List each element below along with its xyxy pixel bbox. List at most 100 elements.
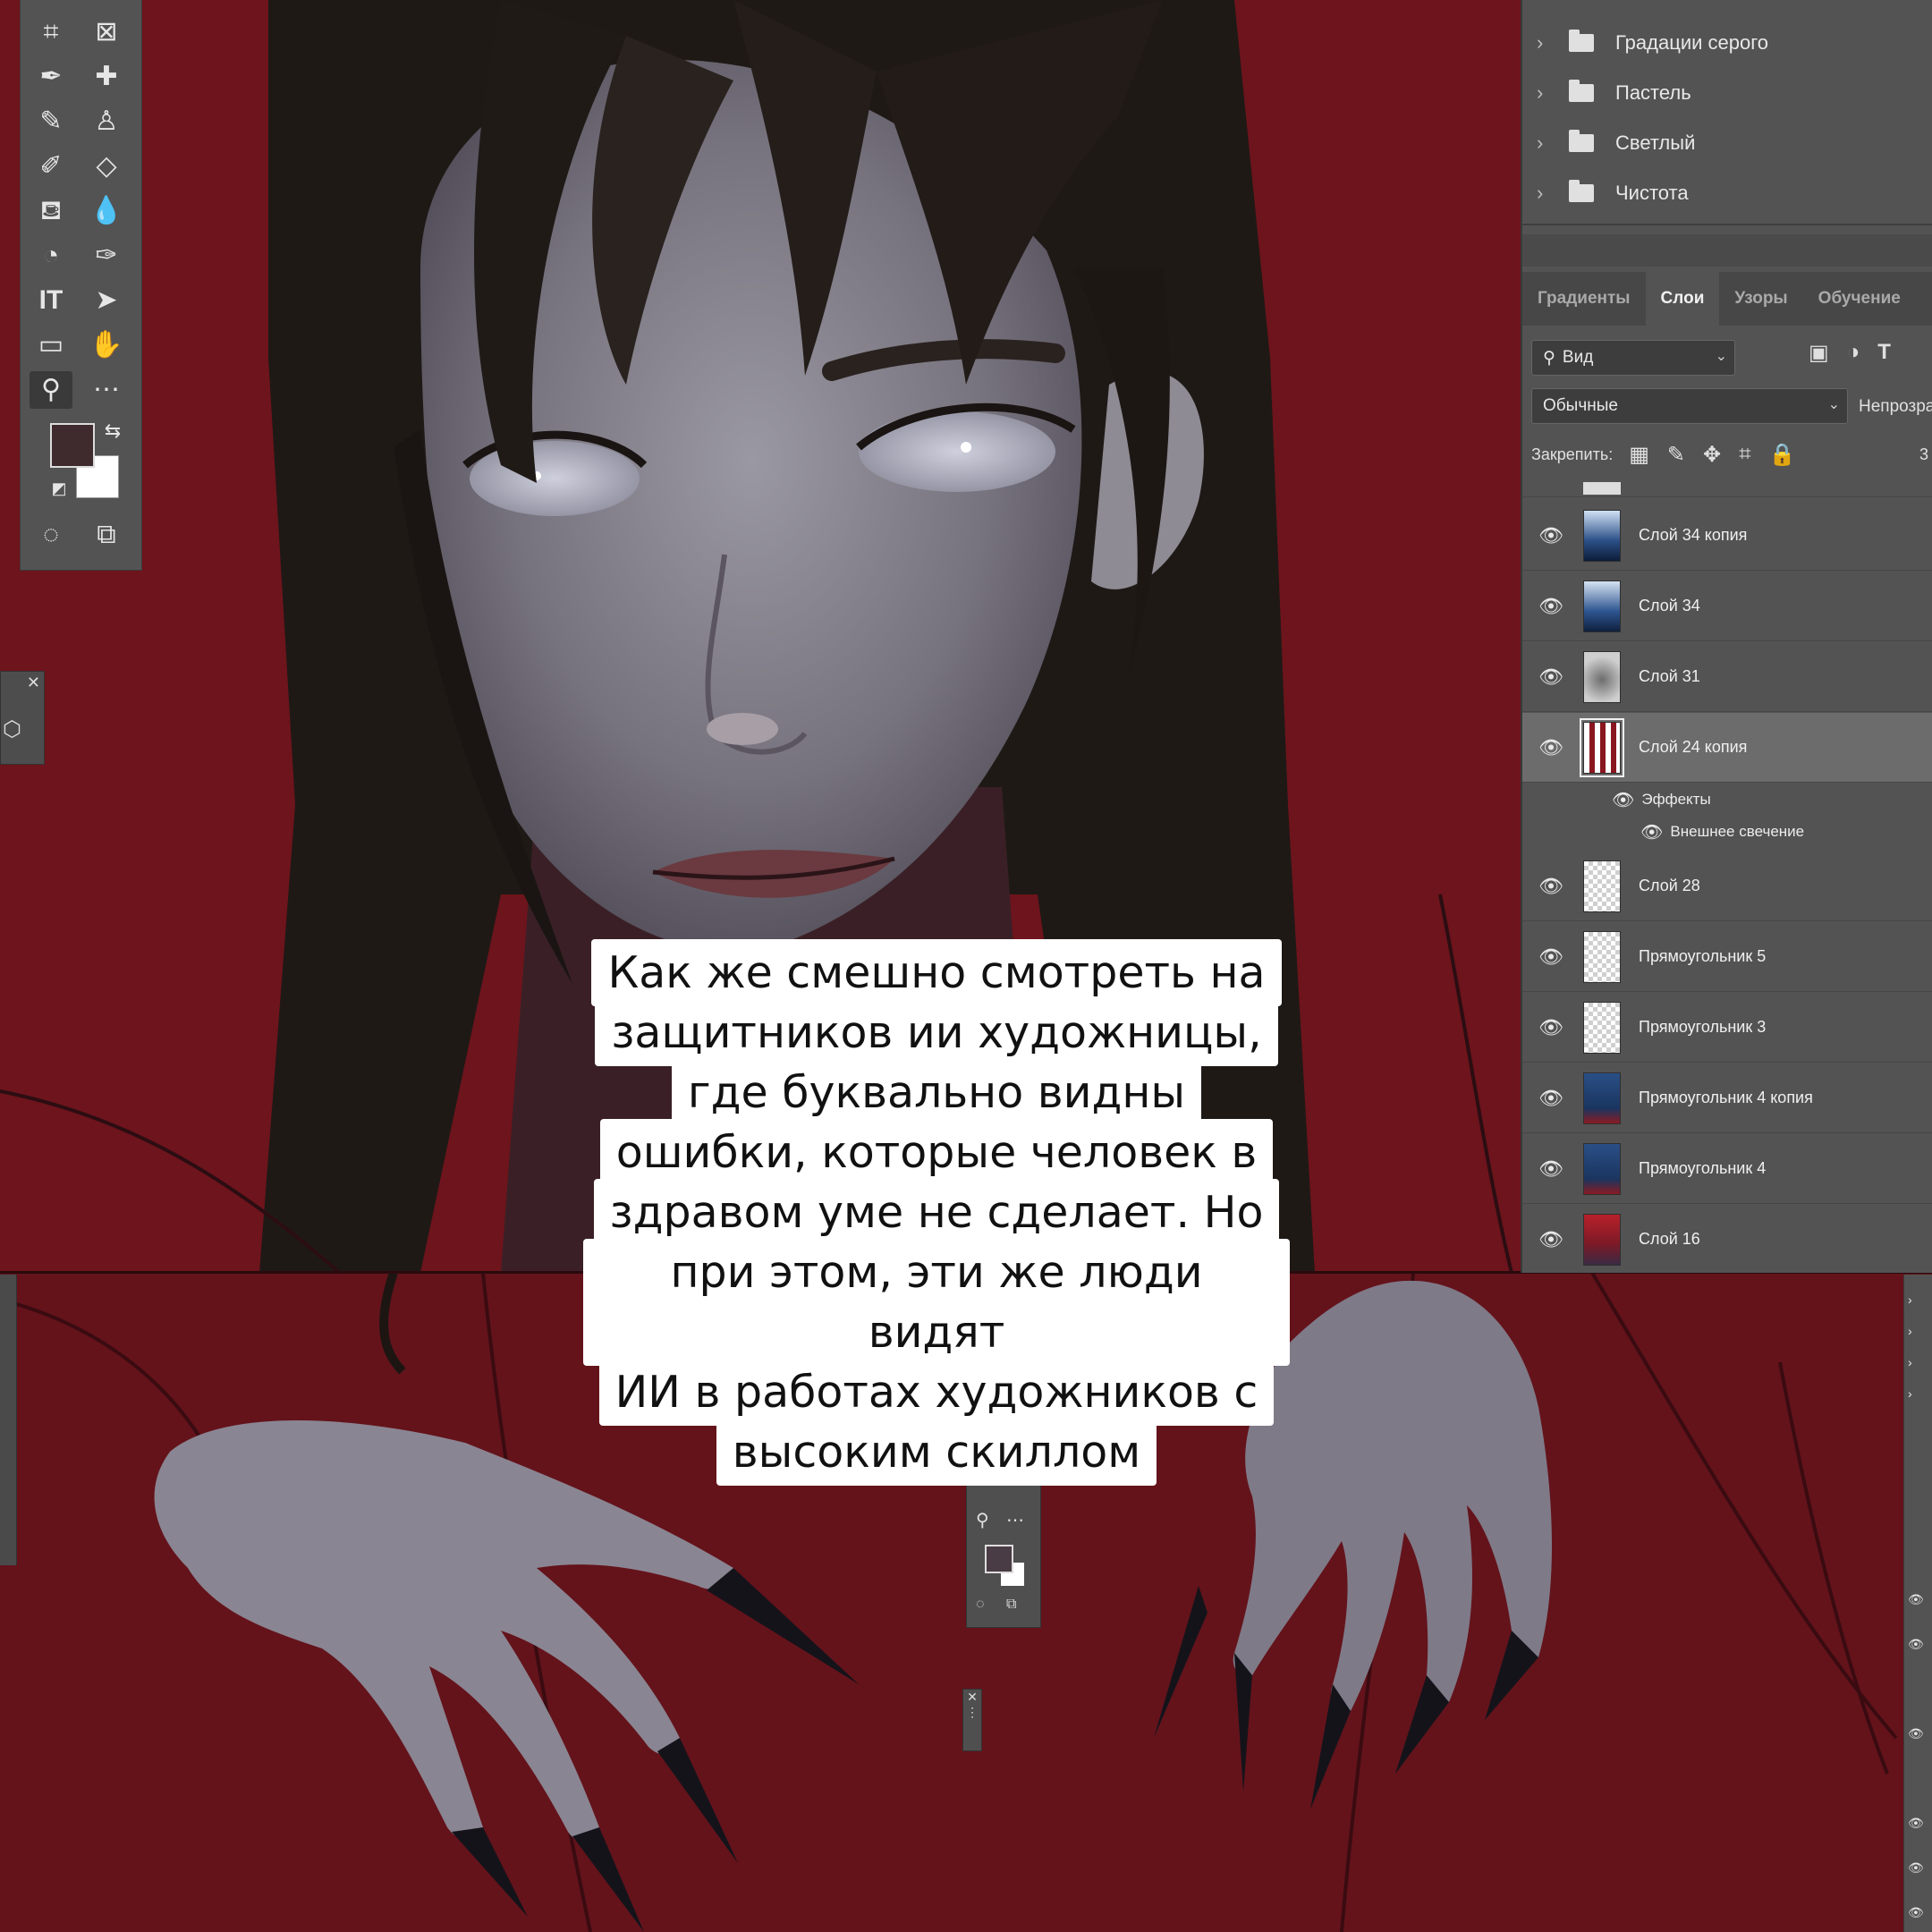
visibility-eye-icon[interactable]: 👁 xyxy=(1538,524,1563,547)
visibility-eye-icon[interactable]: 👁 xyxy=(1538,665,1563,689)
lock-artboard-icon[interactable]: ⌗ xyxy=(1739,442,1751,468)
quick-mask-icon[interactable]: ◌ xyxy=(30,516,72,554)
pen-icon[interactable]: ✑ xyxy=(85,237,128,275)
swatch-group-row[interactable]: › Чистота xyxy=(1522,168,1932,218)
layer-row[interactable]: 👁 Прямоугольник 5 xyxy=(1522,922,1932,992)
quick-mask-icon[interactable]: ◌ xyxy=(976,1597,985,1613)
visibility-eye-icon[interactable]: 👁 xyxy=(1908,1860,1924,1876)
lock-paint-icon[interactable]: ✎ xyxy=(1667,442,1685,468)
swatch-group-row[interactable]: › Светлый xyxy=(1522,118,1932,168)
visibility-eye-icon[interactable]: 👁 xyxy=(1538,1228,1563,1251)
layer-row[interactable]: 👁 Прямоугольник 3 xyxy=(1522,993,1932,1063)
default-colors-icon[interactable]: ◩ xyxy=(46,475,72,502)
tab-patterns[interactable]: Узоры xyxy=(1719,272,1802,326)
layer-row-partial[interactable] xyxy=(1522,479,1932,497)
visibility-eye-icon[interactable]: 👁 xyxy=(1538,736,1563,759)
hand-icon[interactable]: ✋ xyxy=(85,326,128,364)
close-icon[interactable]: ✕ xyxy=(967,1690,978,1704)
visibility-eye-icon[interactable]: 👁 xyxy=(1538,595,1563,618)
layer-row[interactable]: 👁 Слой 28 xyxy=(1522,852,1932,921)
image-filter-icon[interactable]: ▣ xyxy=(1809,340,1829,366)
type-icon[interactable]: IT xyxy=(30,282,72,319)
brush-icon[interactable]: ✎ xyxy=(30,103,72,140)
foreground-color-swatch[interactable] xyxy=(50,423,95,468)
3d-icon[interactable]: ⬡ xyxy=(3,716,21,742)
path-select-icon[interactable]: ➤ xyxy=(85,282,128,319)
layer-name: Прямоугольник 3 xyxy=(1639,1018,1767,1036)
outer-glow-effect-row[interactable]: 👁 Внешнее свечение xyxy=(1522,816,1932,848)
tab-layers[interactable]: Слои xyxy=(1645,272,1720,326)
visibility-eye-icon[interactable]: 👁 xyxy=(1908,1816,1924,1831)
paint-bucket-icon[interactable]: ⛾ xyxy=(30,192,72,230)
lock-all-icon[interactable]: 🔒 xyxy=(1769,442,1796,468)
swatch-group-row[interactable]: › Пастель xyxy=(1522,68,1932,118)
foreground-color-swatch[interactable] xyxy=(985,1545,1013,1573)
layer-row[interactable]: 👁 Слой 34 xyxy=(1522,572,1932,641)
blur-drop-icon[interactable]: 💧 xyxy=(85,192,128,230)
visibility-eye-icon[interactable]: 👁 xyxy=(1908,1592,1924,1607)
layer-row[interactable]: 👁 Слой 31 xyxy=(1522,642,1932,712)
layer-row[interactable]: 👁 Прямоугольник 4 xyxy=(1522,1134,1932,1204)
type-filter-icon[interactable]: T xyxy=(1877,340,1891,366)
layer-row[interactable]: 👁 Слой 34 копия xyxy=(1522,501,1932,571)
screen-mode-icon[interactable]: ⧉ xyxy=(85,516,128,554)
visibility-eye-icon[interactable]: 👁 xyxy=(1538,875,1563,898)
swatch-groups-list: › Градации серого › Пастель › Светлый › … xyxy=(1522,0,1932,225)
layer-thumbnail xyxy=(1583,509,1621,562)
stamp-icon[interactable]: ♙ xyxy=(85,103,128,140)
adjustment-filter-icon[interactable]: ◑ xyxy=(1847,340,1860,366)
chevron-right-icon[interactable]: › xyxy=(1537,81,1560,105)
crop-icon[interactable]: ⌗ xyxy=(30,13,72,51)
chevron-right-icon[interactable]: › xyxy=(1908,1386,1912,1401)
visibility-eye-icon[interactable]: 👁 xyxy=(1538,1157,1563,1181)
more-icon[interactable]: ⋯ xyxy=(85,371,128,409)
chevron-right-icon[interactable]: › xyxy=(1537,182,1560,205)
panel-grip[interactable] xyxy=(1522,234,1932,267)
frame-icon[interactable]: ⊠ xyxy=(85,13,128,51)
chevron-right-icon[interactable]: › xyxy=(1908,1292,1912,1307)
swap-colors-icon[interactable]: ⇆ xyxy=(99,418,126,445)
layer-thumbnail xyxy=(1583,860,1621,912)
zoom-icon[interactable]: ⚲ xyxy=(30,371,72,409)
dodge-icon[interactable]: ◔ xyxy=(30,237,72,275)
zoom-icon[interactable]: ⚲ xyxy=(976,1509,989,1531)
eraser-icon[interactable]: ◇ xyxy=(85,148,128,185)
drag-handle-icon[interactable]: ⋮ xyxy=(966,1705,979,1719)
visibility-eye-icon[interactable]: 👁 xyxy=(1908,1726,1924,1741)
screen-mode-icon[interactable]: ⧉ xyxy=(1006,1597,1016,1613)
history-brush-icon[interactable]: ✐ xyxy=(30,148,72,185)
chevron-right-icon[interactable]: › xyxy=(1908,1355,1912,1369)
lock-transparency-icon[interactable]: ▦ xyxy=(1629,442,1649,468)
layer-name: Слой 28 xyxy=(1639,877,1700,894)
layer-filter-select[interactable]: ⚲ Вид ⌄ xyxy=(1531,340,1735,376)
visibility-eye-icon[interactable]: 👁 xyxy=(1538,1016,1563,1039)
layer-row[interactable]: 👁 Слой 16 xyxy=(1522,1205,1932,1273)
visibility-eye-icon[interactable]: 👁 xyxy=(1538,945,1563,969)
swatch-group-row[interactable]: › Градации серого xyxy=(1522,18,1932,68)
visibility-eye-icon[interactable]: 👁 xyxy=(1538,1087,1563,1110)
lock-position-icon[interactable]: ✥ xyxy=(1703,442,1721,468)
layer-effects-row[interactable]: 👁 Эффекты xyxy=(1522,784,1932,816)
chevron-right-icon[interactable]: › xyxy=(1537,31,1560,55)
tab-gradients[interactable]: Градиенты xyxy=(1522,272,1646,326)
tab-learn[interactable]: Обучение xyxy=(1803,272,1916,326)
layer-row[interactable]: 👁 Прямоугольник 4 копия xyxy=(1522,1063,1932,1133)
blend-mode-select[interactable]: Обычные ⌄ xyxy=(1531,388,1848,424)
caption-line: ошибки, которые человек в xyxy=(599,1119,1274,1186)
layer-thumbnail xyxy=(1583,1213,1621,1266)
layer-row-selected[interactable]: 👁 Слой 24 копия xyxy=(1522,713,1932,783)
search-icon: ⚲ xyxy=(1543,348,1555,368)
eyedropper-icon[interactable]: ✒ xyxy=(30,58,72,96)
more-icon[interactable]: ⋯ xyxy=(1006,1509,1024,1531)
rectangle-icon[interactable]: ▭ xyxy=(30,326,72,364)
chevron-down-icon: ⌄ xyxy=(1827,397,1840,412)
visibility-eye-icon[interactable]: 👁 xyxy=(1640,821,1663,843)
close-icon[interactable]: ✕ xyxy=(27,674,40,692)
visibility-eye-icon[interactable]: 👁 xyxy=(1612,789,1634,811)
visibility-eye-icon[interactable]: 👁 xyxy=(1908,1637,1924,1652)
chevron-right-icon[interactable]: › xyxy=(1908,1324,1912,1338)
fill-value: 3 xyxy=(1919,445,1928,463)
healing-brush-icon[interactable]: ✚ xyxy=(85,58,128,96)
chevron-right-icon[interactable]: › xyxy=(1537,131,1560,155)
visibility-eye-icon[interactable]: 👁 xyxy=(1908,1905,1924,1920)
